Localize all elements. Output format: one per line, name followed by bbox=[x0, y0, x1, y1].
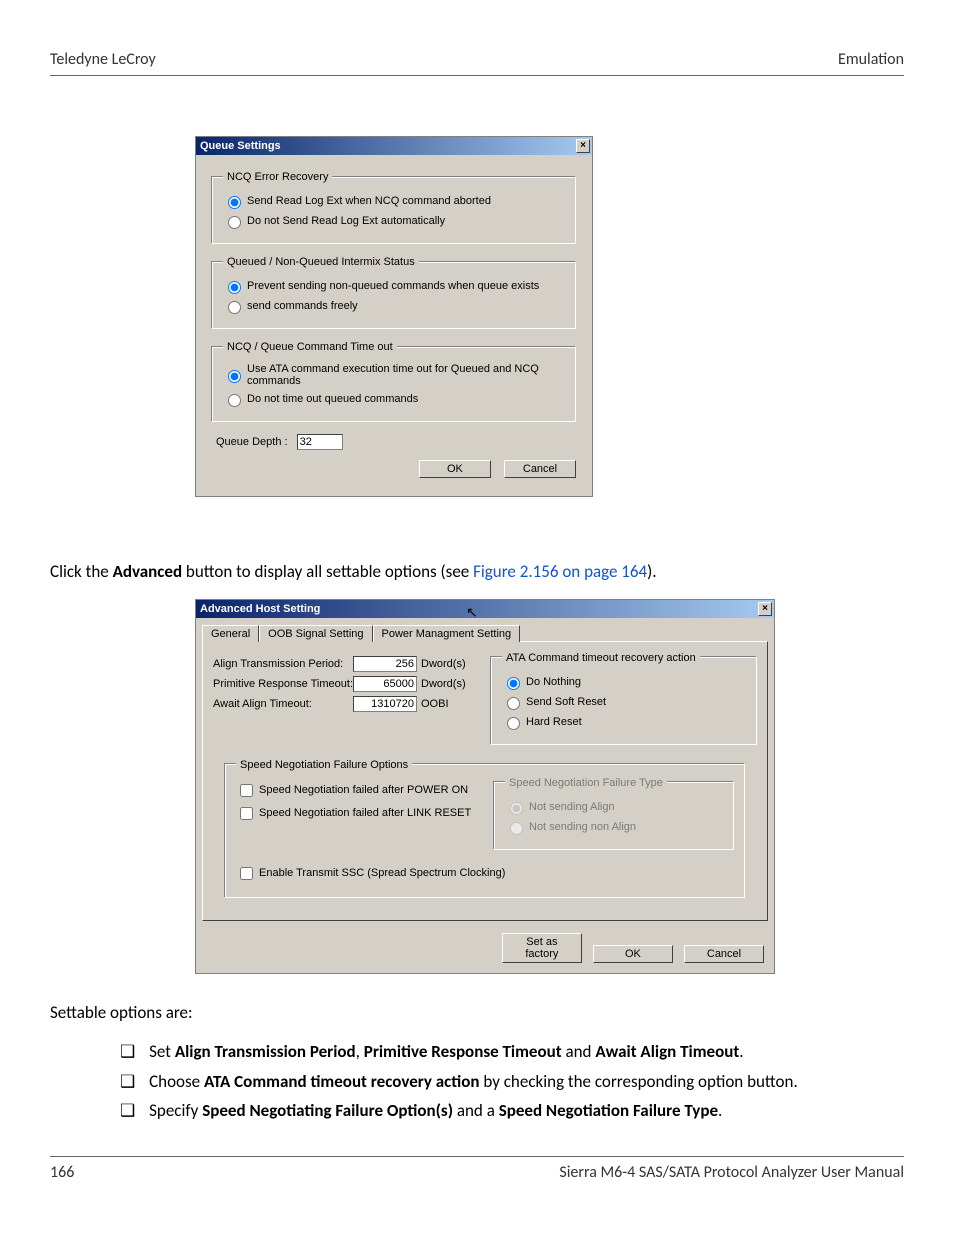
cancel-button[interactable]: Cancel bbox=[504, 460, 576, 478]
intermix-prevent-radio[interactable]: Prevent sending non-queued commands when… bbox=[223, 278, 565, 294]
radio-input[interactable] bbox=[228, 196, 241, 209]
dialog-title: Advanced Host Setting bbox=[200, 603, 320, 615]
await-align-label: Await Align Timeout: bbox=[213, 698, 353, 710]
page-number: 166 bbox=[50, 1163, 74, 1182]
queue-settings-dialog: Queue Settings × NCQ Error Recovery Send… bbox=[195, 136, 593, 497]
queue-depth-input[interactable] bbox=[297, 434, 343, 450]
radio-label: Use ATA command execution time out for Q… bbox=[247, 363, 565, 387]
list-item: Choose ATA Command timeout recovery acti… bbox=[120, 1069, 904, 1095]
ok-button[interactable]: OK bbox=[593, 945, 673, 963]
ata-recovery-action-group: ATA Command timeout recovery action Do N… bbox=[491, 652, 757, 745]
page-footer: 166 Sierra M6-4 SAS/SATA Protocol Analyz… bbox=[50, 1156, 904, 1182]
primitive-timeout-input[interactable] bbox=[353, 676, 417, 692]
header-left: Teledyne LeCroy bbox=[50, 50, 156, 69]
primitive-timeout-label: Primitive Response Timeout: bbox=[213, 678, 353, 690]
await-align-input[interactable] bbox=[353, 696, 417, 712]
ata-hard-reset-radio[interactable]: Hard Reset bbox=[502, 714, 746, 730]
advanced-host-setting-dialog: Advanced Host Setting × ↖ General OOB Si… bbox=[195, 599, 775, 974]
radio-label: Prevent sending non-queued commands when… bbox=[247, 280, 539, 292]
radio-input bbox=[510, 802, 523, 815]
header-right: Emulation bbox=[838, 50, 904, 69]
radio-label: Do not time out queued commands bbox=[247, 393, 418, 405]
group-legend: NCQ / Queue Command Time out bbox=[223, 341, 397, 353]
speed-nego-failure-options-group: Speed Negotiation Failure Options Speed … bbox=[225, 759, 745, 898]
list-item: Set Align Transmission Period, Primitive… bbox=[120, 1039, 904, 1065]
doc-paragraph: Settable options are: bbox=[50, 1000, 904, 1026]
doc-paragraph: Click the Advanced button to display all… bbox=[50, 559, 904, 585]
page-header: Teledyne LeCroy Emulation bbox=[50, 50, 904, 76]
ok-button[interactable]: OK bbox=[419, 460, 491, 478]
radio-input bbox=[510, 822, 523, 835]
checkbox-input[interactable] bbox=[240, 867, 253, 880]
unit-label: Dword(s) bbox=[421, 658, 471, 670]
ncq-error-recovery-group: NCQ Error Recovery Send Read Log Ext whe… bbox=[212, 171, 576, 244]
snfo-linkreset-check[interactable]: Speed Negotiation failed after LINK RESE… bbox=[236, 804, 476, 823]
timeout-no-timeout-radio[interactable]: Do not time out queued commands bbox=[223, 391, 565, 407]
radio-input[interactable] bbox=[507, 717, 520, 730]
tab-panel-general: Align Transmission Period: Dword(s) Prim… bbox=[202, 641, 768, 921]
set-as-factory-button[interactable]: Set as factory bbox=[502, 933, 582, 963]
list-item: Specify Speed Negotiating Failure Option… bbox=[120, 1098, 904, 1124]
intermix-status-group: Queued / Non-Queued Intermix Status Prev… bbox=[212, 256, 576, 329]
queue-depth-label: Queue Depth : bbox=[216, 436, 288, 448]
radio-input[interactable] bbox=[507, 697, 520, 710]
radio-label: Do not Send Read Log Ext automatically bbox=[247, 215, 445, 227]
ata-soft-reset-radio[interactable]: Send Soft Reset bbox=[502, 694, 746, 710]
radio-label: Not sending Align bbox=[529, 801, 615, 813]
doc-body: Click the Advanced button to display all… bbox=[50, 559, 904, 585]
timeout-use-ata-radio[interactable]: Use ATA command execution time out for Q… bbox=[223, 363, 565, 387]
command-timeout-group: NCQ / Queue Command Time out Use ATA com… bbox=[212, 341, 576, 422]
ncq-send-readlog-radio[interactable]: Send Read Log Ext when NCQ command abort… bbox=[223, 193, 565, 209]
snft-not-align-radio: Not sending Align bbox=[505, 799, 723, 815]
check-label: Speed Negotiation failed after LINK RESE… bbox=[259, 807, 471, 819]
figure-link[interactable]: Figure 2.156 on page 164 bbox=[473, 561, 647, 582]
radio-label: send commands freely bbox=[247, 300, 358, 312]
check-label: Speed Negotiation failed after POWER ON bbox=[259, 784, 468, 796]
group-legend: ATA Command timeout recovery action bbox=[502, 652, 700, 664]
check-label: Enable Transmit SSC (Spread Spectrum Clo… bbox=[259, 867, 505, 879]
close-icon[interactable]: × bbox=[576, 139, 590, 153]
align-period-label: Align Transmission Period: bbox=[213, 658, 353, 670]
radio-label: Send Read Log Ext when NCQ command abort… bbox=[247, 195, 491, 207]
group-legend: Speed Negotiation Failure Options bbox=[236, 759, 412, 771]
unit-label: Dword(s) bbox=[421, 678, 471, 690]
speed-nego-failure-type-group: Speed Negotiation Failure Type Not sendi… bbox=[494, 777, 734, 850]
radio-input[interactable] bbox=[228, 394, 241, 407]
group-legend: Speed Negotiation Failure Type bbox=[505, 777, 667, 789]
snfo-poweron-check[interactable]: Speed Negotiation failed after POWER ON bbox=[236, 781, 476, 800]
group-legend: NCQ Error Recovery bbox=[223, 171, 332, 183]
unit-label: OOBI bbox=[421, 698, 471, 710]
radio-label: Send Soft Reset bbox=[526, 696, 606, 708]
cancel-button[interactable]: Cancel bbox=[684, 945, 764, 963]
checkbox-input[interactable] bbox=[240, 807, 253, 820]
radio-input[interactable] bbox=[228, 281, 241, 294]
tab-general[interactable]: General bbox=[202, 625, 259, 642]
tab-power-management[interactable]: Power Managment Setting bbox=[373, 625, 521, 642]
titlebar[interactable]: Queue Settings × bbox=[196, 137, 592, 155]
radio-input[interactable] bbox=[507, 677, 520, 690]
align-period-input[interactable] bbox=[353, 656, 417, 672]
ata-do-nothing-radio[interactable]: Do Nothing bbox=[502, 674, 746, 690]
radio-label: Not sending non Align bbox=[529, 821, 636, 833]
radio-input[interactable] bbox=[228, 216, 241, 229]
doc-body: Settable options are: Set Align Transmis… bbox=[50, 1000, 904, 1124]
radio-label: Do Nothing bbox=[526, 676, 581, 688]
radio-input[interactable] bbox=[228, 370, 241, 383]
titlebar[interactable]: Advanced Host Setting × bbox=[196, 600, 774, 618]
checkbox-input[interactable] bbox=[240, 784, 253, 797]
radio-label: Hard Reset bbox=[526, 716, 582, 728]
enable-ssc-check[interactable]: Enable Transmit SSC (Spread Spectrum Clo… bbox=[236, 864, 734, 883]
align-params-panel: Align Transmission Period: Dword(s) Prim… bbox=[213, 652, 473, 745]
tab-bar: General OOB Signal Setting Power Managme… bbox=[202, 624, 774, 641]
ncq-no-readlog-radio[interactable]: Do not Send Read Log Ext automatically bbox=[223, 213, 565, 229]
intermix-freely-radio[interactable]: send commands freely bbox=[223, 298, 565, 314]
group-legend: Queued / Non-Queued Intermix Status bbox=[223, 256, 419, 268]
radio-input[interactable] bbox=[228, 301, 241, 314]
close-icon[interactable]: × bbox=[758, 602, 772, 616]
manual-title: Sierra M6-4 SAS/SATA Protocol Analyzer U… bbox=[559, 1163, 904, 1182]
dialog-title: Queue Settings bbox=[200, 140, 281, 152]
tab-oob[interactable]: OOB Signal Setting bbox=[259, 625, 372, 642]
snft-not-nonalign-radio: Not sending non Align bbox=[505, 819, 723, 835]
